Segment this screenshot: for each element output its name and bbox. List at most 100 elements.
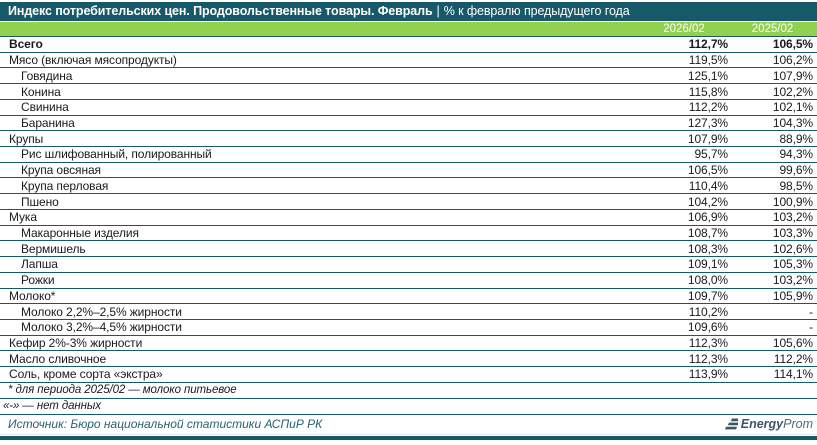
row-label: Крупы xyxy=(0,132,640,146)
row-value-2026-02: 108,0% xyxy=(640,273,728,287)
row-value-2025-02: 102,6% xyxy=(728,242,817,256)
row-value-2025-02: 94,3% xyxy=(728,147,817,161)
row-label: Говядина xyxy=(0,69,640,83)
row-label: Мука xyxy=(0,210,640,224)
row-value-2026-02: 104,2% xyxy=(640,195,728,209)
table-row: Вермишель108,3%102,6% xyxy=(0,241,817,257)
title-bar: Индекс потребительских цен. Продовольств… xyxy=(0,2,817,21)
table-row: Соль, кроме сорта «экстра»113,9%114,1% xyxy=(0,367,817,383)
logo-text-regular: Prom xyxy=(783,417,813,431)
row-label: Всего xyxy=(0,37,640,51)
energyprom-logo: EnergyProm xyxy=(723,417,813,431)
footnote-no-data: «-» — нет данных xyxy=(0,399,817,415)
table-row: Свинина112,2%102,1% xyxy=(0,100,817,116)
row-value-2025-02: 103,3% xyxy=(728,226,817,240)
row-value-2026-02: 112,7% xyxy=(640,37,728,51)
column-header-2026-02: 2026/02 xyxy=(640,22,728,36)
row-value-2026-02: 109,1% xyxy=(640,257,728,271)
row-label: Пшено xyxy=(0,195,640,209)
logo-text: EnergyProm xyxy=(741,417,813,431)
row-label: Конина xyxy=(0,85,640,99)
table-row: Крупа овсяная106,5%99,6% xyxy=(0,163,817,179)
table-row: Пшено104,2%100,9% xyxy=(0,194,817,210)
row-value-2026-02: 125,1% xyxy=(640,69,728,83)
table-row: Баранина127,3%104,3% xyxy=(0,116,817,132)
row-label: Свинина xyxy=(0,100,640,114)
table-row: Говядина125,1%107,9% xyxy=(0,68,817,84)
table-row: Крупа перловая110,4%98,5% xyxy=(0,178,817,194)
table-row: Кефир 2%-3% жирности112,3%105,6% xyxy=(0,336,817,352)
row-value-2025-02: - xyxy=(728,305,817,319)
table-row: Молоко 3,2%–4,5% жирности109,6%- xyxy=(0,320,817,336)
page-title: Индекс потребительских цен. Продовольств… xyxy=(8,4,433,18)
row-value-2026-02: 113,9% xyxy=(640,367,728,381)
row-label: Крупа овсяная xyxy=(0,163,640,177)
row-label: Молоко* xyxy=(0,289,640,303)
row-value-2026-02: 107,9% xyxy=(640,132,728,146)
row-value-2025-02: - xyxy=(728,320,817,334)
row-label: Макаронные изделия xyxy=(0,226,640,240)
row-value-2026-02: 110,4% xyxy=(640,179,728,193)
row-label: Крупа перловая xyxy=(0,179,640,193)
logo-text-bold: Energy xyxy=(741,417,783,431)
page-subtitle: % к февралю предыдущего года xyxy=(444,4,630,18)
row-value-2026-02: 110,2% xyxy=(640,305,728,319)
row-label: Масло сливочное xyxy=(0,352,640,366)
table-row: Макаронные изделия108,7%103,3% xyxy=(0,226,817,242)
row-value-2025-02: 103,2% xyxy=(728,273,817,287)
row-value-2025-02: 114,1% xyxy=(728,367,817,381)
row-label: Рис шлифованный, полированный xyxy=(0,147,640,161)
row-value-2026-02: 108,7% xyxy=(640,226,728,240)
row-label: Баранина xyxy=(0,116,640,130)
table-row: Молоко 2,2%–2,5% жирности110,2%- xyxy=(0,304,817,320)
row-value-2026-02: 109,7% xyxy=(640,289,728,303)
row-value-2025-02: 107,9% xyxy=(728,69,817,83)
row-label: Рожки xyxy=(0,273,640,287)
row-value-2026-02: 115,8% xyxy=(640,85,728,99)
footnote-milk: * для периода 2025/02 — молоко питьевое xyxy=(0,383,817,399)
row-value-2025-02: 106,5% xyxy=(728,37,817,51)
row-label: Молоко 2,2%–2,5% жирности xyxy=(0,305,640,319)
table-row: Крупы107,9%88,9% xyxy=(0,131,817,147)
column-header-band: 2026/02 2025/02 xyxy=(0,22,817,37)
row-value-2025-02: 106,2% xyxy=(728,53,817,67)
column-header-2025-02: 2025/02 xyxy=(728,22,817,36)
row-value-2025-02: 98,5% xyxy=(728,179,817,193)
row-value-2025-02: 105,9% xyxy=(728,289,817,303)
row-value-2026-02: 108,3% xyxy=(640,242,728,256)
row-value-2026-02: 127,3% xyxy=(640,116,728,130)
row-value-2025-02: 99,6% xyxy=(728,163,817,177)
row-label: Молоко 3,2%–4,5% жирности xyxy=(0,320,640,334)
row-label: Соль, кроме сорта «экстра» xyxy=(0,367,640,381)
row-value-2025-02: 100,9% xyxy=(728,195,817,209)
table-row: Лапша109,1%105,3% xyxy=(0,257,817,273)
title-separator: | xyxy=(433,4,444,18)
source-row: Источник: Бюро национальной статистики А… xyxy=(0,415,817,435)
table-body: Всего112,7%106,5%Мясо (включая мясопроду… xyxy=(0,37,817,383)
row-value-2026-02: 95,7% xyxy=(640,147,728,161)
row-value-2026-02: 112,3% xyxy=(640,352,728,366)
row-value-2026-02: 119,5% xyxy=(640,53,728,67)
row-value-2025-02: 102,2% xyxy=(728,85,817,99)
row-value-2026-02: 112,3% xyxy=(640,336,728,350)
energyprom-bars-icon xyxy=(723,418,738,431)
bottom-accent-bar xyxy=(0,436,817,440)
table-row: Рожки108,0%103,2% xyxy=(0,273,817,289)
column-header-spacer xyxy=(0,22,640,36)
table-row: Масло сливочное112,3%112,2% xyxy=(0,351,817,367)
row-value-2025-02: 104,3% xyxy=(728,116,817,130)
row-label: Мясо (включая мясопродукты) xyxy=(0,53,640,67)
row-value-2026-02: 106,9% xyxy=(640,210,728,224)
row-value-2025-02: 102,1% xyxy=(728,100,817,114)
row-value-2025-02: 112,2% xyxy=(728,352,817,366)
row-label: Кефир 2%-3% жирности xyxy=(0,336,640,350)
row-value-2025-02: 103,2% xyxy=(728,210,817,224)
table-row: Мука106,9%103,2% xyxy=(0,210,817,226)
source-label: Источник: Бюро национальной статистики А… xyxy=(8,417,322,431)
row-value-2025-02: 88,9% xyxy=(728,132,817,146)
row-value-2026-02: 106,5% xyxy=(640,163,728,177)
row-value-2025-02: 105,3% xyxy=(728,257,817,271)
table-row: Всего112,7%106,5% xyxy=(0,37,817,53)
table-row: Мясо (включая мясопродукты)119,5%106,2% xyxy=(0,53,817,69)
row-value-2025-02: 105,6% xyxy=(728,336,817,350)
